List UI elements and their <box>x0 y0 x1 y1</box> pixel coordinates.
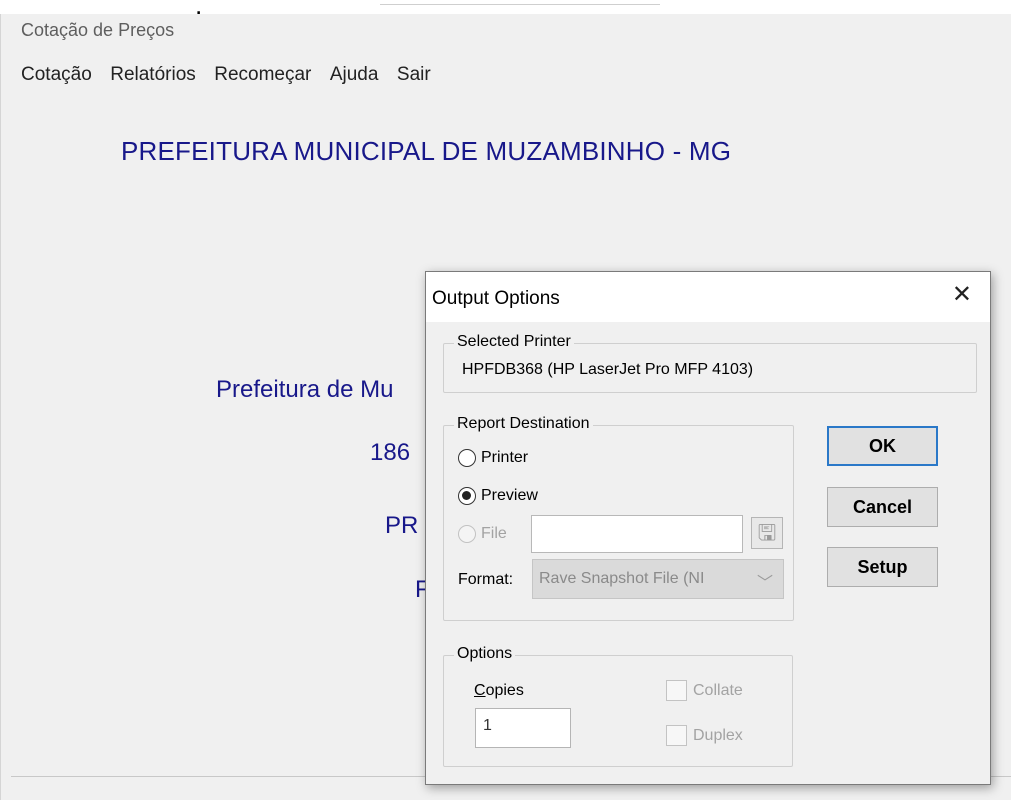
main-text-line-2: 186 <box>370 439 411 466</box>
menu-sair[interactable]: Sair <box>391 64 437 86</box>
format-label: Format: <box>458 571 514 588</box>
duplex-label: Duplex <box>693 726 743 744</box>
menu-recomecar[interactable]: Recomeçar <box>208 64 317 86</box>
radio-file-label: File <box>481 525 507 542</box>
save-file-icon: 🖫 <box>751 517 783 549</box>
report-destination-group: Report Destination Printer Preview File … <box>443 415 794 621</box>
printer-name: HPFDB368 (HP LaserJet Pro MFP 4103) <box>462 361 754 378</box>
cancel-button[interactable]: Cancel <box>827 487 938 527</box>
collate-label: Collate <box>693 681 743 699</box>
copies-label-accel: C <box>474 682 486 699</box>
municipality-heading: PREFEITURA MUNICIPAL DE MUZAMBINHO - MG <box>121 136 732 166</box>
copies-label-rest: opies <box>485 682 524 699</box>
menu-bar: Cotação Relatórios Recomeçar Ajuda Sair <box>15 64 439 92</box>
menu-relatorios[interactable]: Relatórios <box>104 64 202 86</box>
dialog-title: Output Options <box>432 288 560 309</box>
options-group: Options Copies 1 Collate Duplex <box>443 645 793 767</box>
radio-preview[interactable]: Preview <box>458 485 538 507</box>
options-label: Options <box>454 645 516 663</box>
background-window-edge: , <box>0 0 1011 14</box>
menu-ajuda[interactable]: Ajuda <box>324 64 385 86</box>
report-destination-label: Report Destination <box>454 415 593 433</box>
radio-printer[interactable]: Printer <box>458 447 528 469</box>
format-select: Rave Snapshot File (NI ﹀ <box>532 559 784 599</box>
radio-preview-label: Preview <box>481 487 538 504</box>
chevron-down-icon: ﹀ <box>756 575 773 592</box>
setup-button[interactable]: Setup <box>827 547 938 587</box>
copies-input[interactable]: 1 <box>475 708 571 748</box>
close-icon[interactable]: ✕ <box>952 283 972 307</box>
selected-printer-group: Selected Printer HPFDB368 (HP LaserJet P… <box>443 333 977 393</box>
radio-button[interactable] <box>458 449 476 467</box>
menu-cotacao[interactable]: Cotação <box>15 64 98 86</box>
ok-button[interactable]: OK <box>827 426 938 466</box>
copies-label: Copies <box>474 682 524 700</box>
background-divider <box>380 4 660 5</box>
duplex-checkbox <box>666 725 687 746</box>
main-text-line-1: Prefeitura de Mu <box>216 376 394 403</box>
format-value: Rave Snapshot File (NI <box>539 570 705 587</box>
collate-checkbox-row: Collate <box>666 680 743 701</box>
dialog-titlebar: Output Options ✕ <box>426 272 990 322</box>
file-path-input <box>531 515 743 553</box>
duplex-checkbox-row: Duplex <box>666 725 743 746</box>
output-options-dialog: Output Options ✕ Selected Printer HPFDB3… <box>425 271 991 785</box>
radio-button-checked[interactable] <box>458 487 476 505</box>
window-title: Cotação de Preços <box>21 20 175 40</box>
radio-button-disabled <box>458 525 476 543</box>
main-text-line-3: PR <box>385 512 419 539</box>
radio-file: File <box>458 523 507 545</box>
radio-printer-label: Printer <box>481 449 529 466</box>
background-fragment: , <box>195 0 202 14</box>
collate-checkbox <box>666 680 687 701</box>
selected-printer-label: Selected Printer <box>454 333 574 351</box>
